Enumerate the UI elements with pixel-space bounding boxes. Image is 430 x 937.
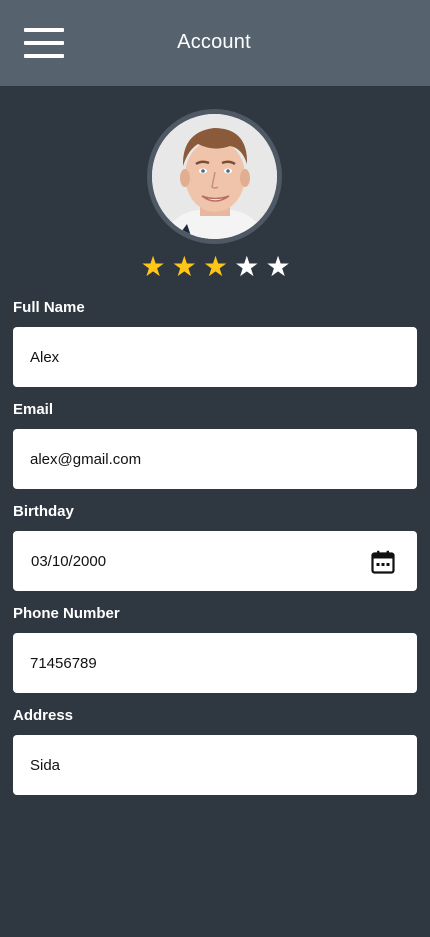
- phone-number-label: Phone Number: [13, 605, 120, 622]
- star-icon[interactable]: ★: [138, 251, 168, 283]
- app-bar: Account: [0, 0, 430, 86]
- star-icon[interactable]: ★: [263, 251, 293, 283]
- star-rating[interactable]: ★ ★ ★ ★ ★: [138, 251, 293, 283]
- birthday-input[interactable]: [31, 531, 371, 591]
- email-input[interactable]: [30, 429, 370, 489]
- email-field-box[interactable]: [13, 429, 417, 489]
- star-icon[interactable]: ★: [169, 251, 199, 283]
- address-field-box[interactable]: [13, 735, 417, 795]
- phone-number-field-box[interactable]: [13, 633, 417, 693]
- menu-bar-line: [24, 54, 64, 58]
- user-photo-icon: [152, 114, 277, 239]
- user-photo: [152, 114, 277, 239]
- page-title: Account: [177, 31, 251, 53]
- email-label: Email: [13, 401, 54, 418]
- full-name-field-box[interactable]: [13, 327, 417, 387]
- birthday-label: Birthday: [13, 503, 74, 520]
- address-input[interactable]: [30, 735, 370, 795]
- avatar[interactable]: [147, 109, 282, 244]
- calendar-icon[interactable]: [371, 550, 395, 574]
- phone-number-input[interactable]: [30, 633, 370, 693]
- full-name-input[interactable]: [30, 327, 370, 387]
- star-icon[interactable]: ★: [201, 251, 231, 283]
- star-icon[interactable]: ★: [232, 251, 262, 283]
- birthday-field-box[interactable]: [13, 531, 417, 591]
- full-name-label: Full Name: [13, 299, 85, 316]
- address-label: Address: [13, 707, 74, 724]
